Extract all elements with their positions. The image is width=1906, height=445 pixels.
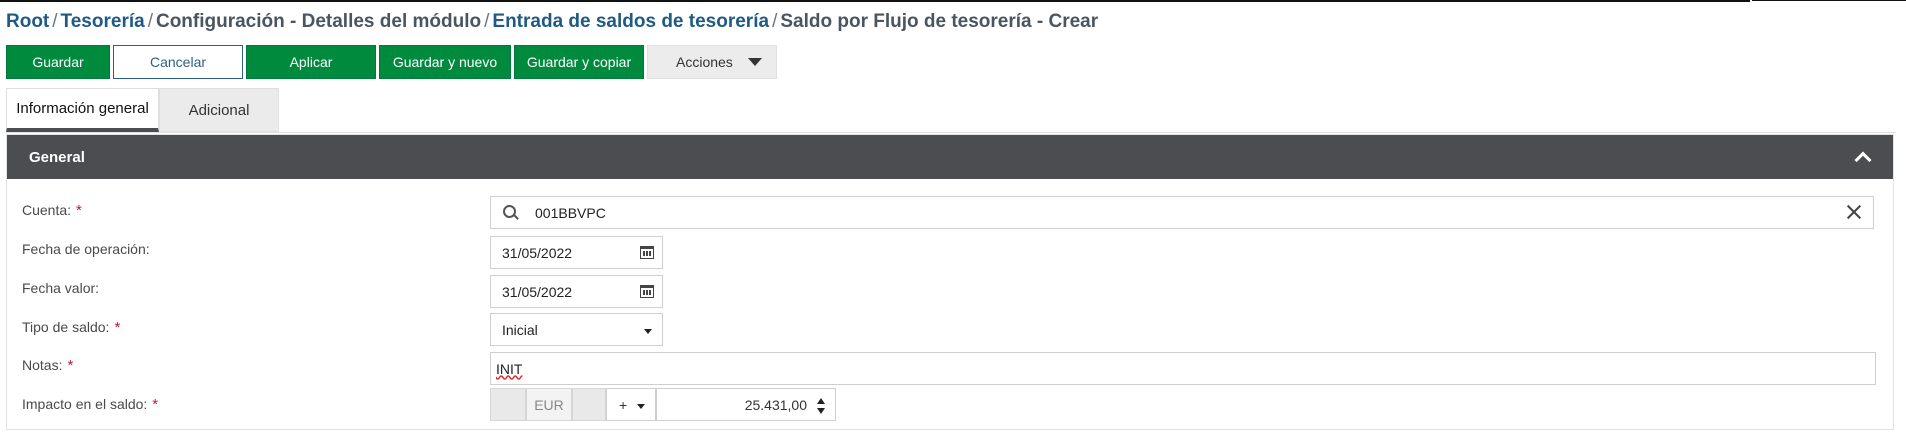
fecha-operacion-value: 31/05/2022: [502, 244, 573, 261]
tab-informacion-general[interactable]: Información general: [6, 88, 159, 132]
breadcrumb-root[interactable]: Root: [6, 11, 49, 32]
breadcrumb: Root / Tesorería / Configuración - Detalles …: [6, 11, 1098, 33]
fecha-valor-value: 31/05/2022: [502, 283, 573, 300]
tipo-saldo-label: Tipo de saldo: *: [22, 319, 120, 336]
breadcrumb-separator: /: [484, 11, 490, 32]
tipo-saldo-label-text: Tipo de saldo:: [22, 319, 110, 335]
save-and-copy-button[interactable]: Guardar y copiar: [514, 45, 644, 79]
impacto-spacer-box: [572, 388, 606, 421]
amount-input[interactable]: 25.431,00: [656, 388, 836, 421]
actions-dropdown[interactable]: Acciones: [647, 45, 777, 79]
cuenta-value: 001BBVPC: [535, 204, 606, 221]
fecha-valor-label-text: Fecha valor:: [22, 280, 100, 296]
save-button[interactable]: Guardar: [6, 45, 110, 79]
general-section: General: [6, 134, 1894, 430]
breadcrumb-separator: /: [52, 11, 58, 32]
notas-label: Notas: *: [22, 357, 73, 374]
impacto-label-text: Impacto en el saldo:: [22, 396, 148, 412]
fecha-operacion-field[interactable]: 31/05/2022: [490, 236, 663, 269]
tab-divider: [6, 132, 1896, 133]
breadcrumb-separator: /: [147, 11, 153, 32]
tab-bar: Información general Adicional: [6, 88, 279, 132]
breadcrumb-current: Saldo por Flujo de tesorería - Crear: [780, 11, 1099, 32]
notas-label-text: Notas:: [22, 357, 63, 373]
section-title: General: [29, 148, 85, 166]
cuenta-label-text: Cuenta:: [22, 202, 72, 218]
caret-down-icon: [748, 58, 762, 66]
tipo-saldo-select[interactable]: Inicial: [490, 313, 663, 346]
amount-value: 25.431,00: [744, 396, 807, 413]
toolbar: Guardar Cancelar Aplicar Guardar y nuevo…: [6, 45, 777, 79]
fecha-valor-label: Fecha valor:: [22, 280, 99, 296]
breadcrumb-entrada[interactable]: Entrada de saldos de tesorería: [492, 11, 769, 32]
required-marker: *: [76, 202, 82, 219]
apply-button[interactable]: Aplicar: [246, 45, 376, 79]
chevron-up-icon[interactable]: [1854, 151, 1872, 169]
calendar-icon[interactable]: [640, 285, 654, 298]
fecha-valor-field[interactable]: 31/05/2022: [490, 275, 663, 308]
calendar-icon[interactable]: [640, 246, 654, 259]
tipo-saldo-value: Inicial: [502, 321, 538, 338]
notas-value: INIT: [496, 360, 523, 377]
sign-select[interactable]: +: [606, 388, 656, 421]
breadcrumb-separator: /: [772, 11, 778, 32]
actions-label: Acciones: [676, 54, 733, 70]
cuenta-label: Cuenta: *: [22, 202, 82, 219]
cuenta-field[interactable]: 001BBVPC: [490, 196, 1874, 229]
fecha-operacion-label-text: Fecha de operación:: [22, 241, 150, 257]
tab-adicional[interactable]: Adicional: [159, 88, 279, 132]
required-marker: *: [152, 396, 159, 413]
section-header[interactable]: General: [7, 135, 1893, 179]
currency-label: EUR: [526, 388, 572, 421]
chevron-down-icon: [644, 329, 652, 334]
fecha-operacion-label: Fecha de operación:: [22, 241, 150, 257]
search-icon[interactable]: [503, 204, 519, 221]
breadcrumb-tesoreria[interactable]: Tesorería: [61, 11, 145, 32]
impacto-prefix-box: [490, 388, 526, 421]
top-border: [0, 0, 1750, 2]
save-and-new-button[interactable]: Guardar y nuevo: [379, 45, 511, 79]
impacto-group: EUR + 25.431,00: [490, 388, 836, 421]
required-marker: *: [114, 319, 121, 336]
cancel-button[interactable]: Cancelar: [113, 45, 243, 79]
sign-value: +: [619, 396, 628, 413]
chevron-down-icon: [637, 404, 645, 409]
top-border-right: [1752, 0, 1906, 1]
close-icon[interactable]: [1845, 203, 1863, 221]
breadcrumb-configuracion: Configuración - Detalles del módulo: [155, 11, 482, 32]
notas-field[interactable]: INIT: [490, 352, 1876, 385]
spin-up-icon[interactable]: [817, 398, 825, 404]
impacto-label: Impacto en el saldo: *: [22, 396, 158, 413]
spin-down-icon[interactable]: [817, 408, 825, 414]
required-marker: *: [67, 357, 74, 374]
